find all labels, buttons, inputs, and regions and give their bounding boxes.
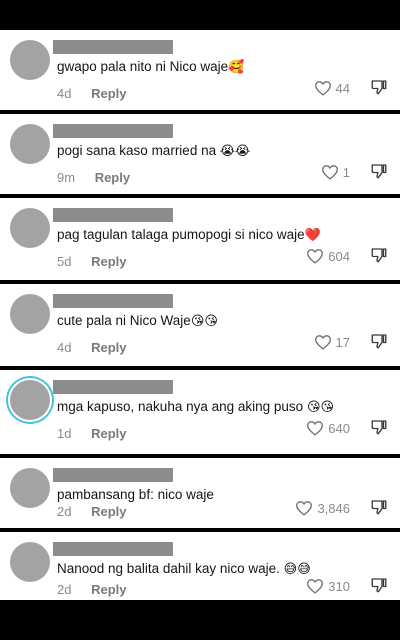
comment-meta: 5d Reply xyxy=(57,254,127,269)
thumbs-down-icon[interactable] xyxy=(370,162,388,180)
emoji: 😅😅 xyxy=(283,561,311,576)
reply-button[interactable]: Reply xyxy=(91,86,126,101)
comment-text: Nanood ng balita dahil kay nico waje. 😅😅 xyxy=(57,561,311,576)
heart-outline-icon xyxy=(307,421,324,436)
timestamp: 2d xyxy=(57,582,72,597)
thumbs-down-icon[interactable] xyxy=(370,332,388,350)
reply-button[interactable]: Reply xyxy=(91,504,126,519)
heart-outline-icon xyxy=(307,249,324,264)
comment-card: pambansang bf: nico waje 2d Reply 3,846 xyxy=(0,458,400,528)
like-count: 3,846 xyxy=(317,500,350,516)
thumbs-down-icon[interactable] xyxy=(370,418,388,436)
comment-card: gwapo pala nito ni Nico waje🥰 4d Reply 4… xyxy=(0,30,400,110)
like-count: 1 xyxy=(342,164,350,180)
comment-meta: 4d Reply xyxy=(57,86,127,101)
emoji: ❤️ xyxy=(304,227,321,242)
comment-text: cute pala ni Nico Waje😘😘 xyxy=(57,313,218,328)
like-count: 17 xyxy=(335,334,350,350)
emoji: 🥰 xyxy=(228,59,245,74)
like-count: 640 xyxy=(328,420,350,436)
comment-meta: 9m Reply xyxy=(57,170,130,185)
emoji: 😭😭 xyxy=(219,143,251,158)
like-button[interactable]: 310 xyxy=(306,578,350,594)
avatar-with-story-ring[interactable] xyxy=(10,380,50,420)
heart-outline-icon xyxy=(296,501,313,516)
comment-card: cute pala ni Nico Waje😘😘 4d Reply 17 xyxy=(0,284,400,366)
comment-meta: 4d Reply xyxy=(57,340,127,355)
avatar[interactable] xyxy=(10,294,50,334)
comment-text: pogi sana kaso married na 😭😭 xyxy=(57,143,251,158)
like-button[interactable]: 17 xyxy=(314,334,350,350)
comment-text: pambansang bf: nico waje xyxy=(57,487,214,502)
avatar[interactable] xyxy=(10,542,50,582)
avatar[interactable] xyxy=(10,124,50,164)
like-count: 44 xyxy=(335,80,350,96)
like-button[interactable]: 44 xyxy=(314,80,350,96)
redacted-username xyxy=(53,380,173,394)
comment-text: mga kapuso, nakuha nya ang aking puso 😘😘 xyxy=(57,399,335,414)
timestamp: 4d xyxy=(57,340,72,355)
reply-button[interactable]: Reply xyxy=(91,582,126,597)
avatar[interactable] xyxy=(10,468,50,508)
redacted-username xyxy=(53,40,173,54)
comment-meta: 2d Reply xyxy=(57,504,127,519)
thumbs-down-icon[interactable] xyxy=(370,78,388,96)
avatar[interactable] xyxy=(10,208,50,248)
redacted-username xyxy=(53,124,173,138)
reply-button[interactable]: Reply xyxy=(91,340,126,355)
redacted-username xyxy=(53,208,173,222)
emoji: 😘😘 xyxy=(306,399,335,414)
avatar[interactable] xyxy=(10,40,50,80)
comment-text: gwapo pala nito ni Nico waje🥰 xyxy=(57,59,245,74)
timestamp: 5d xyxy=(57,254,72,269)
heart-outline-icon xyxy=(307,579,324,594)
redacted-username xyxy=(53,542,173,556)
timestamp: 2d xyxy=(57,504,72,519)
like-button[interactable]: 3,846 xyxy=(295,500,350,516)
thumbs-down-icon[interactable] xyxy=(370,246,388,264)
heart-outline-icon xyxy=(321,165,338,180)
comment-card: pag tagulan talaga pumopogi si nico waje… xyxy=(0,198,400,280)
heart-outline-icon xyxy=(314,81,331,96)
like-button[interactable]: 1 xyxy=(321,164,350,180)
comment-card: Nanood ng balita dahil kay nico waje. 😅😅… xyxy=(0,532,400,600)
heart-outline-icon xyxy=(314,335,331,350)
comment-card: mga kapuso, nakuha nya ang aking puso 😘😘… xyxy=(0,370,400,454)
comment-meta: 1d Reply xyxy=(57,426,127,441)
reply-button[interactable]: Reply xyxy=(91,254,126,269)
comment-text: pag tagulan talaga pumopogi si nico waje… xyxy=(57,227,321,242)
thumbs-down-icon[interactable] xyxy=(370,498,388,516)
like-count: 604 xyxy=(328,248,350,264)
reply-button[interactable]: Reply xyxy=(95,170,130,185)
like-button[interactable]: 604 xyxy=(306,248,350,264)
timestamp: 4d xyxy=(57,86,72,101)
redacted-username xyxy=(53,468,173,482)
reply-button[interactable]: Reply xyxy=(91,426,126,441)
redacted-username xyxy=(53,294,173,308)
timestamp: 1d xyxy=(57,426,72,441)
emoji: 😘😘 xyxy=(190,313,218,328)
thumbs-down-icon[interactable] xyxy=(370,576,388,594)
like-button[interactable]: 640 xyxy=(306,420,350,436)
comment-meta: 2d Reply xyxy=(57,582,127,597)
comment-card: pogi sana kaso married na 😭😭 9m Reply 1 xyxy=(0,114,400,194)
like-count: 310 xyxy=(328,578,350,594)
timestamp: 9m xyxy=(57,170,76,185)
